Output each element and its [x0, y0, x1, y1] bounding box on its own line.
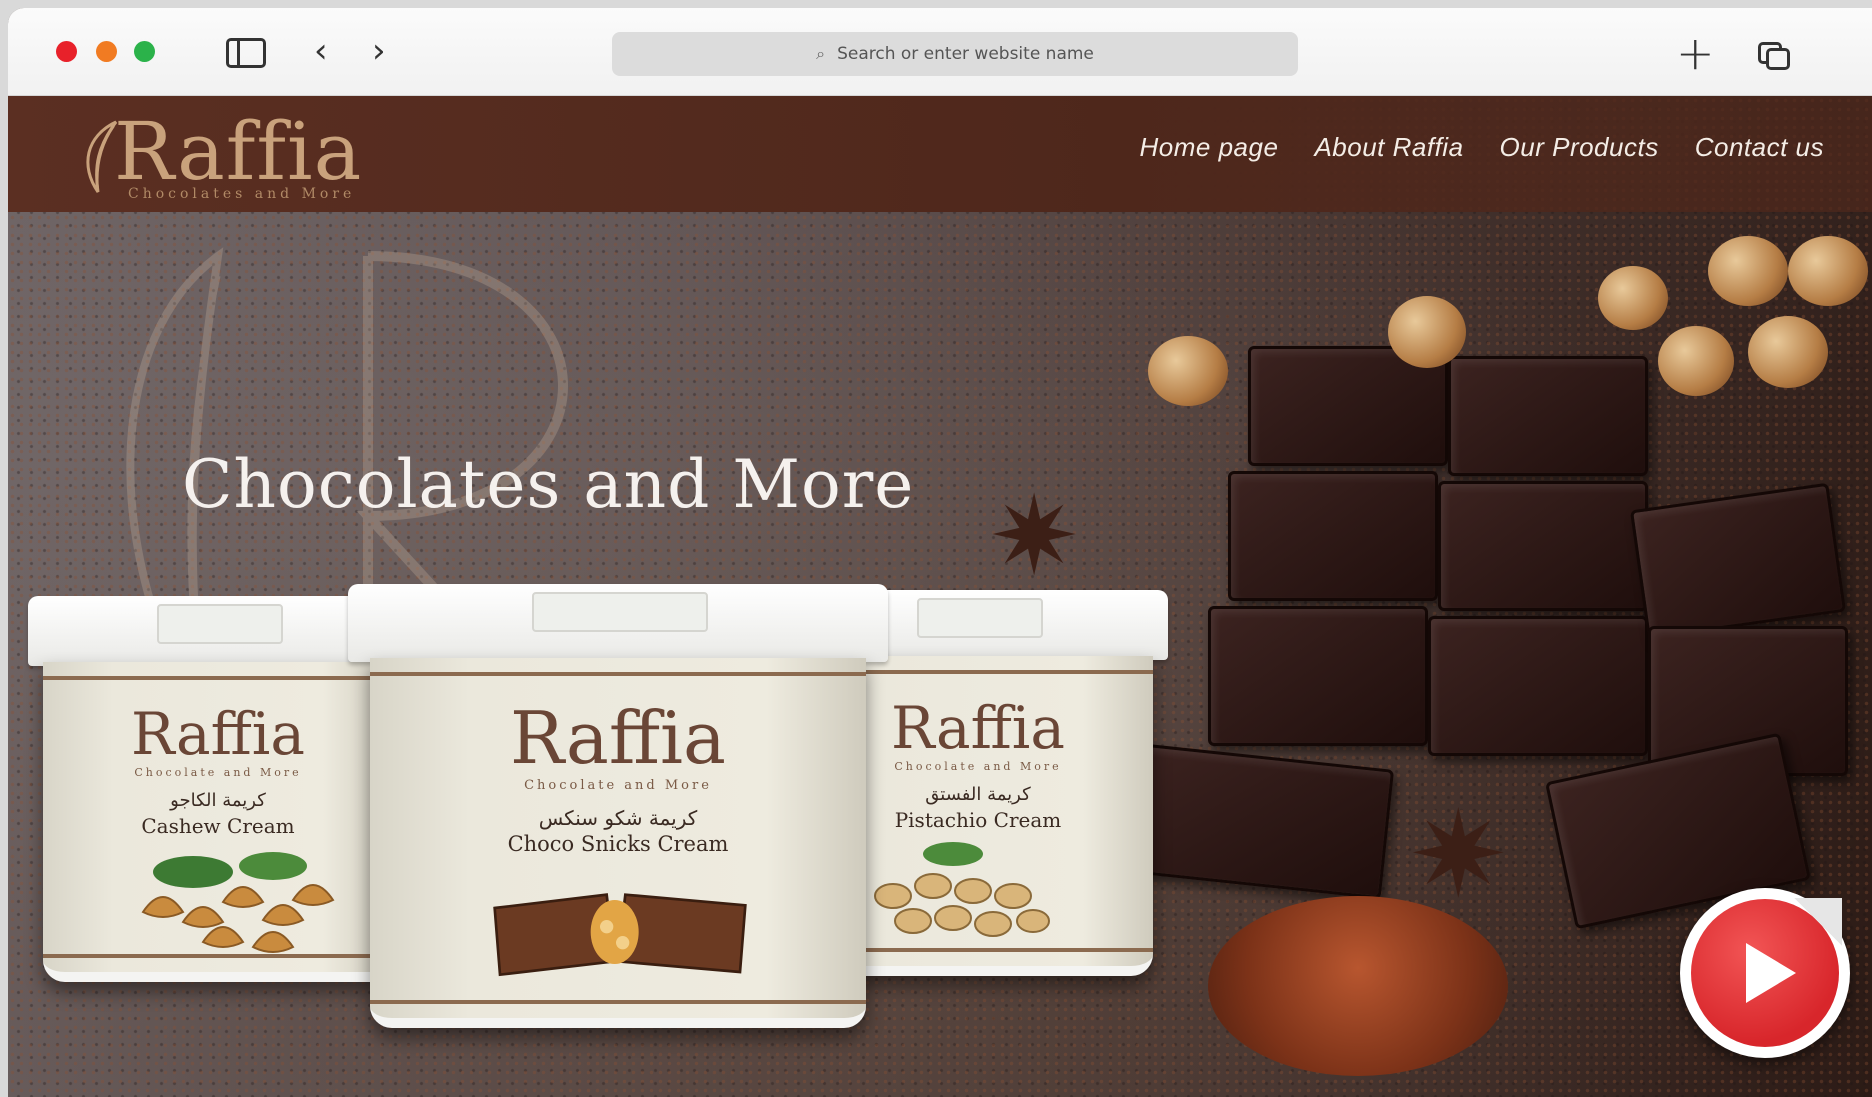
play-video-button[interactable] — [1680, 888, 1850, 1058]
forward-icon[interactable]: › — [372, 34, 386, 68]
sidebar-icon[interactable] — [226, 38, 266, 68]
product-name-ar: كريمة شكو سنكس — [538, 806, 698, 830]
address-placeholder: Search or enter website name — [837, 44, 1094, 64]
nav-home[interactable]: Home page — [1140, 132, 1279, 163]
site-header: Raffia Chocolates and More Home page Abo… — [8, 96, 1872, 212]
cashew-image — [141, 852, 335, 953]
tabs-overview-icon[interactable] — [1758, 42, 1790, 70]
nav-products[interactable]: Our Products — [1500, 132, 1659, 163]
hero-title: Chocolates and More — [182, 446, 915, 523]
product-tub-choco-snicks[interactable]: Raffia Chocolate and More كريمة شكو سنكس… — [348, 584, 888, 1044]
new-tab-icon[interactable]: + — [1676, 30, 1715, 76]
pistachio-image — [874, 842, 1051, 937]
product-name-en: Choco Snicks Cream — [507, 832, 729, 856]
browser-toolbar: ‹ › ⌕ Search or enter website name + — [8, 8, 1872, 96]
product-name-ar: كريمة الكاجو — [170, 790, 266, 811]
tub-brand: Raffia — [510, 696, 726, 780]
search-icon: ⌕ — [816, 44, 826, 63]
close-window-button[interactable] — [56, 41, 77, 62]
zoom-window-button[interactable] — [134, 41, 155, 62]
tub-brand-sub: Chocolate and More — [134, 766, 302, 779]
nav-about[interactable]: About Raffia — [1314, 132, 1463, 163]
website-viewport: Raffia Chocolates and More Home page Abo… — [8, 96, 1872, 1097]
address-bar[interactable]: ⌕ Search or enter website name — [612, 32, 1298, 76]
raffia-logo[interactable]: Raffia Chocolates and More — [76, 106, 396, 206]
main-nav: Home page About Raffia Our Products Cont… — [1140, 132, 1824, 163]
minimize-window-button[interactable] — [96, 41, 117, 62]
chocolate-bar-image — [492, 893, 747, 977]
logo-wordmark: Raffia — [114, 105, 363, 198]
tub-brand: Raffia — [131, 700, 305, 768]
tub-brand-sub: Chocolate and More — [524, 778, 712, 793]
play-icon — [1746, 943, 1796, 1003]
logo-tagline: Chocolates and More — [128, 186, 356, 202]
nav-contact[interactable]: Contact us — [1695, 132, 1824, 163]
back-icon[interactable]: ‹ — [314, 34, 328, 68]
browser-window: ‹ › ⌕ Search or enter website name + Raf… — [8, 8, 1872, 1097]
product-name-en: Cashew Cream — [141, 814, 295, 838]
